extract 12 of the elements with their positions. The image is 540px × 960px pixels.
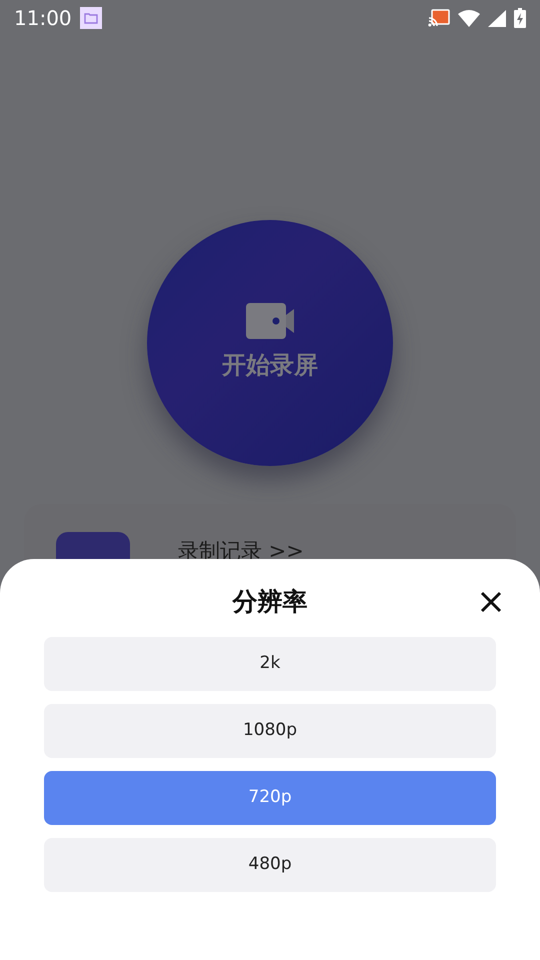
cast-icon <box>428 9 450 27</box>
battery-icon <box>514 8 526 28</box>
wifi-icon <box>458 10 480 26</box>
status-time: 11:00 <box>14 5 72 32</box>
resolution-option[interactable]: 480p <box>44 838 496 892</box>
video-camera-icon <box>246 303 294 339</box>
sheet-title: 分辨率 <box>232 587 308 616</box>
resolution-option[interactable]: 720p <box>44 770 496 824</box>
signal-icon <box>488 10 506 26</box>
resolution-option[interactable]: 1080p <box>44 704 496 758</box>
app-notification-icon <box>80 7 102 29</box>
resolution-option[interactable]: 2k <box>44 636 496 690</box>
